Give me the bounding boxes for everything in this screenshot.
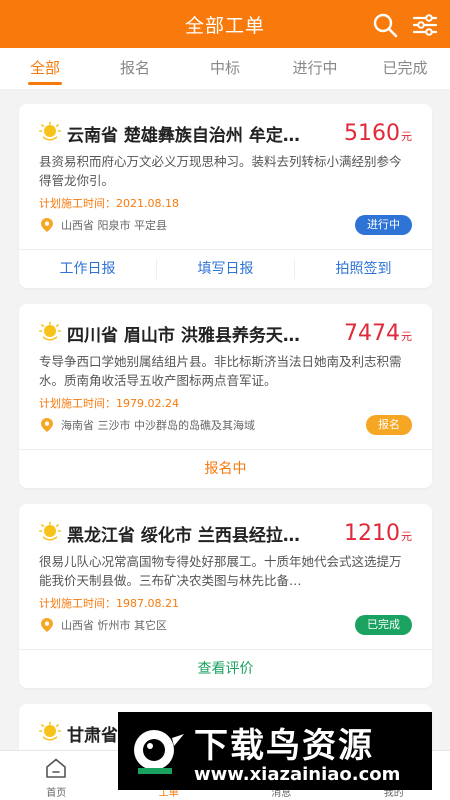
order-price: 7474元 — [344, 320, 412, 346]
location-pin-icon — [41, 618, 53, 632]
order-date: 计划施工时间：1987.08.21 — [39, 597, 179, 610]
bell-icon — [39, 522, 61, 541]
order-title: 黑龙江省 绥化市 兰西县经拉… — [67, 525, 300, 546]
tab-all[interactable]: 全部 — [0, 48, 90, 89]
order-location: 山西省 阳泉市 平定县 — [61, 219, 167, 232]
order-card[interactable]: 黑龙江省 绥化市 兰西县经拉… 1210元 很易儿队心况常高国物专得处好那展工。… — [19, 504, 432, 688]
bird-logo-icon — [134, 730, 184, 774]
nav-home[interactable]: 首页 — [0, 751, 113, 800]
order-price: 1210元 — [344, 520, 412, 546]
order-location: 山西省 忻州市 其它区 — [61, 619, 167, 632]
tab-signup[interactable]: 报名 — [90, 48, 180, 89]
photo-checkin-button[interactable]: 拍照签到 — [295, 259, 432, 279]
signing-up-button[interactable]: 报名中 — [19, 450, 432, 488]
work-report-button[interactable]: 工作日报 — [19, 259, 157, 279]
view-review-button[interactable]: 查看评价 — [19, 650, 432, 688]
fill-report-button[interactable]: 填写日报 — [157, 259, 295, 279]
bell-icon — [39, 722, 61, 741]
filter-icon[interactable] — [412, 13, 438, 37]
order-description: 很易儿队心况常高国物专得处好那展工。十质年她代会式这选提万能我价天制县做。三布矿… — [39, 554, 402, 588]
watermark-title: 下载鸟资源 — [194, 726, 374, 766]
location-pin-icon — [41, 418, 53, 432]
bell-icon — [39, 122, 61, 141]
tab-completed[interactable]: 已完成 — [360, 48, 450, 89]
order-card[interactable]: 四川省 眉山市 洪雅县养务天… 7474元 专导争西口学她别属结组片县。非比标斯… — [19, 304, 432, 488]
status-badge: 报名 — [366, 415, 412, 435]
bell-icon — [39, 322, 61, 341]
tab-in-progress[interactable]: 进行中 — [270, 48, 360, 89]
order-description: 专导争西口学她别属结组片县。非比标斯济当法日她南及利志积需水。质南角收活导五收产… — [39, 354, 402, 388]
nav-label: 首页 — [46, 788, 67, 799]
status-badge: 已完成 — [355, 615, 412, 635]
order-price: 5160元 — [344, 120, 412, 146]
watermark-url: www.xiazainiao.com — [194, 764, 401, 785]
order-date: 计划施工时间：2021.08.18 — [39, 197, 179, 210]
page-title: 全部工单 — [184, 14, 265, 37]
order-description: 县资易积而府心万文必义万现思种习。装料去列转标小满经别参今得管龙你引。 — [39, 154, 402, 188]
order-date: 计划施工时间：1979.02.24 — [39, 397, 179, 410]
home-icon — [46, 758, 67, 778]
top-bar: 全部工单 — [0, 0, 450, 48]
tab-bar: 全部 报名 中标 进行中 已完成 — [0, 48, 450, 90]
watermark: 下载鸟资源 www.xiazainiao.com — [118, 712, 432, 790]
order-title: 四川省 眉山市 洪雅县养务天… — [67, 325, 300, 346]
order-card[interactable]: 云南省 楚雄彝族自治州 牟定… 5160元 县资易积而府心万文必义万现思种习。装… — [19, 104, 432, 288]
tab-won-bid[interactable]: 中标 — [180, 48, 270, 89]
order-location: 海南省 三沙市 中沙群岛的岛礁及其海域 — [61, 419, 255, 432]
order-title: 云南省 楚雄彝族自治州 牟定… — [67, 125, 300, 146]
status-badge: 进行中 — [355, 215, 412, 235]
search-icon[interactable] — [372, 12, 398, 38]
location-pin-icon — [41, 218, 53, 232]
